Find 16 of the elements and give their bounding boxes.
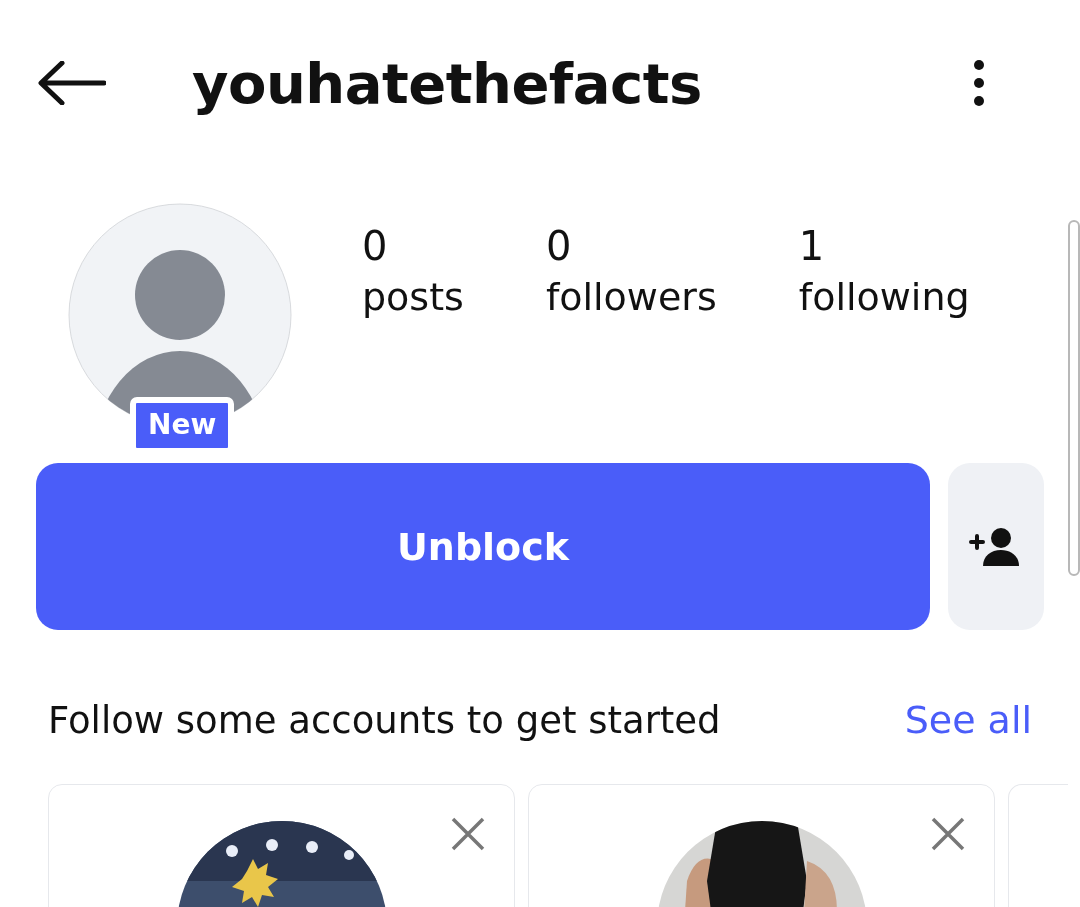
- unblock-button[interactable]: Unblock: [36, 463, 930, 630]
- add-friend-button[interactable]: [948, 463, 1044, 630]
- profile-username: youhatethefacts: [192, 50, 703, 116]
- close-icon[interactable]: [931, 817, 965, 851]
- stat-label[interactable]: posts: [362, 269, 464, 325]
- stat-count: 1: [798, 223, 826, 269]
- stat-count: 0: [545, 223, 573, 269]
- see-all-link[interactable]: See all: [904, 698, 1032, 742]
- stat-label[interactable]: followers: [545, 269, 717, 325]
- section-heading: Follow some accounts to get started: [48, 698, 721, 742]
- side-panel-handle[interactable]: [1068, 220, 1080, 576]
- stat-count: 0: [362, 223, 389, 269]
- more-options-icon[interactable]: [973, 59, 985, 107]
- back-icon[interactable]: [38, 61, 106, 105]
- close-icon[interactable]: [451, 817, 485, 851]
- stat-label[interactable]: following: [798, 269, 970, 325]
